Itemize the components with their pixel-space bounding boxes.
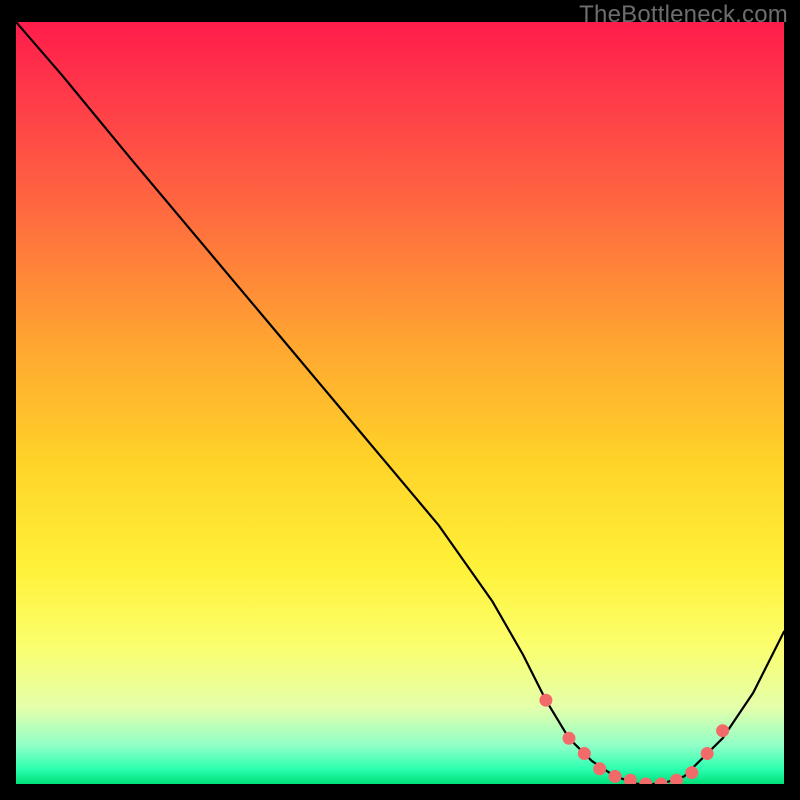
bottleneck-curve (16, 22, 784, 784)
data-marker (655, 778, 668, 785)
data-marker (670, 774, 683, 784)
plot-area (16, 22, 784, 784)
data-marker (563, 732, 576, 745)
data-marker (685, 766, 698, 779)
data-marker (701, 747, 714, 760)
marker-group (539, 694, 729, 784)
data-marker (609, 770, 622, 783)
data-marker (639, 778, 652, 785)
data-marker (716, 724, 729, 737)
data-marker (593, 762, 606, 775)
data-marker (624, 774, 637, 784)
data-marker (578, 747, 591, 760)
curve-svg (16, 22, 784, 784)
data-marker (539, 694, 552, 707)
chart-frame: TheBottleneck.com (0, 0, 800, 800)
